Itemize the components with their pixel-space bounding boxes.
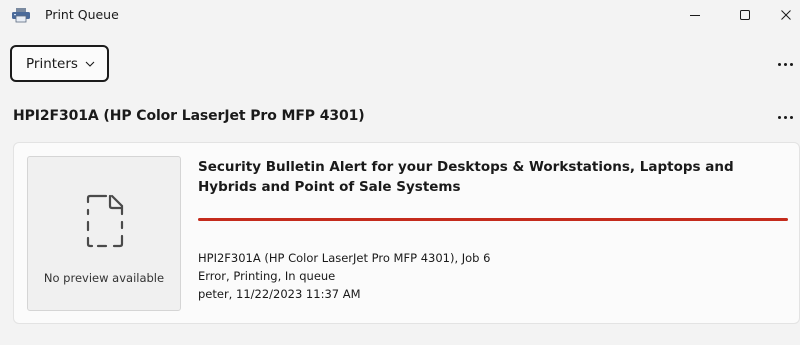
close-button[interactable]: [772, 0, 800, 30]
more-options-button[interactable]: [775, 58, 795, 70]
job-title: Security Bulletin Alert for your Desktop…: [198, 159, 734, 195]
maximize-icon: [740, 10, 750, 20]
window-title: Print Queue: [45, 7, 119, 22]
job-progress-bar: [198, 218, 788, 221]
printer-name: HPI2F301A (HP Color LaserJet Pro MFP 430…: [13, 108, 365, 124]
printers-dropdown[interactable]: Printers: [10, 45, 109, 82]
more-options-icon: [777, 115, 781, 119]
title-bar: Print Queue: [0, 0, 800, 30]
printer-more-options-button[interactable]: [775, 111, 795, 123]
job-printer-line: HPI2F301A (HP Color LaserJet Pro MFP 430…: [198, 251, 491, 265]
job-preview: No preview available: [27, 156, 181, 311]
job-status-line: Error, Printing, In queue: [198, 269, 336, 283]
minimize-button[interactable]: [672, 0, 718, 30]
document-placeholder-icon: [86, 194, 124, 248]
printer-icon: [12, 8, 30, 23]
chevron-down-icon: [85, 61, 95, 67]
printers-label: Printers: [26, 55, 78, 72]
job-owner-line: peter, 11/22/2023 11:37 AM: [198, 287, 361, 301]
more-options-icon: [777, 62, 781, 66]
print-job-card[interactable]: No preview available Security Bulletin A…: [13, 142, 800, 324]
maximize-button[interactable]: [722, 0, 768, 30]
no-preview-label: No preview available: [43, 271, 165, 285]
close-icon: [781, 10, 791, 20]
job-details: HPI2F301A (HP Color LaserJet Pro MFP 430…: [198, 249, 490, 303]
minimize-icon: [690, 15, 700, 16]
